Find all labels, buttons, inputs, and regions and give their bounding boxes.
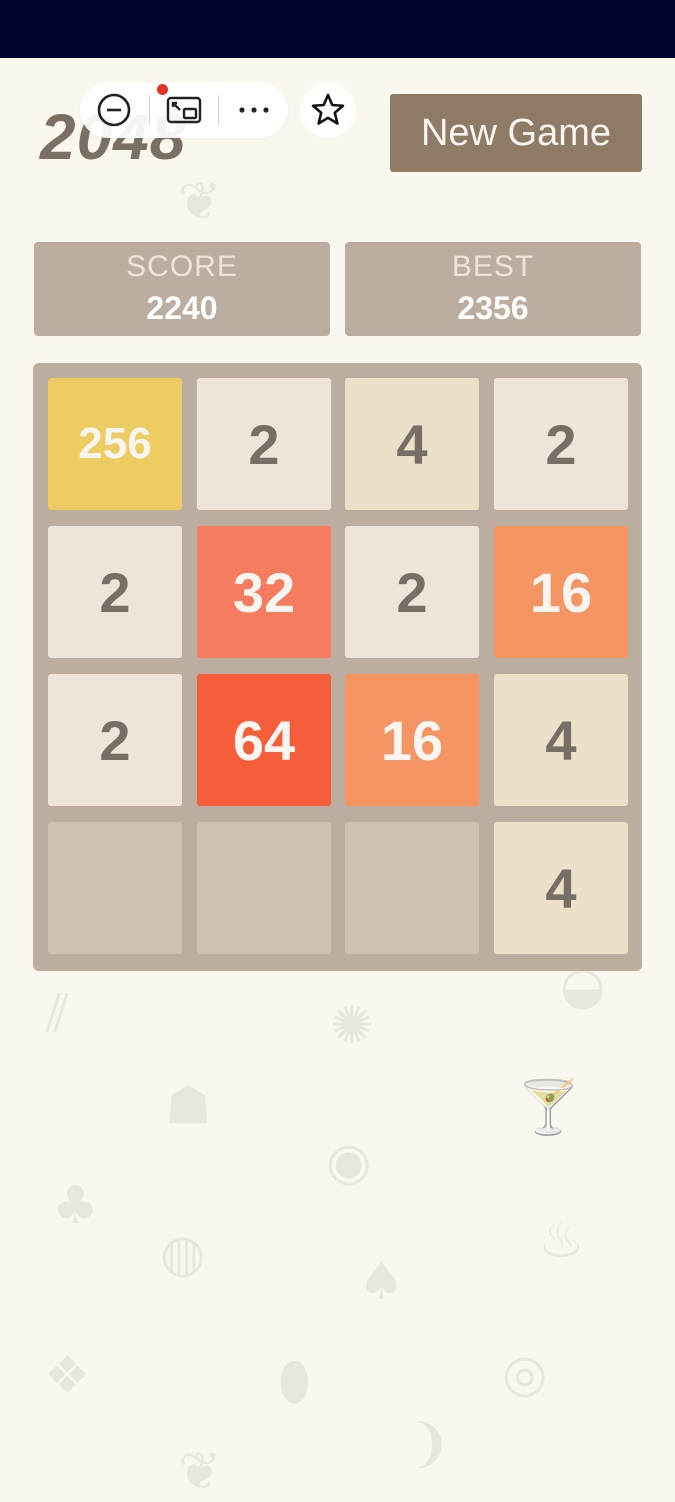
score-label: SCORE [126,250,238,283]
pineapple-icon: ❖ [44,1346,91,1406]
tile: 16 [494,526,628,658]
cookie-icon: ◉ [326,1132,372,1192]
empty-cell [48,822,182,954]
picture-in-picture-button[interactable] [150,82,219,138]
tile: 4 [494,674,628,806]
grapes-icon: ❦ [178,172,222,232]
donut-icon: ◎ [502,1344,548,1404]
more-options-button[interactable] [219,82,288,138]
new-game-button[interactable]: New Game [390,94,642,172]
best-score-box: BEST 2356 [345,242,641,336]
empty-cell [197,822,331,954]
tile: 2 [345,526,479,658]
steak-icon: ◍ [160,1224,206,1284]
tile: 256 [48,378,182,510]
status-bar [0,0,675,58]
chili-pepper-icon: ❩ [408,1414,452,1474]
floating-window-toolbar [80,82,288,138]
best-label: BEST [451,250,535,283]
notification-dot [156,84,168,95]
broccoli-icon: ♠ [358,1252,405,1312]
citrus-slice-icon: ✺ [330,996,374,1056]
tile: 2 [48,526,182,658]
more-icon [239,107,269,113]
score-value: 2240 [146,290,218,326]
minimize-button[interactable] [80,82,149,138]
roast-chicken-icon: ☗ [165,1076,212,1136]
star-icon [311,93,345,125]
cherries-icon: ♣ [52,1176,99,1236]
watermelon-icon: ⬮ [278,1352,311,1412]
best-value: 2356 [457,290,529,326]
tile: 32 [197,526,331,658]
tile: 2 [48,674,182,806]
asparagus-icon: ⫽ [46,984,70,1044]
picture-in-picture-icon [166,96,202,124]
minus-circle-icon [98,93,131,127]
game-board[interactable]: 256 2 4 2 2 32 2 16 2 64 16 4 4 [33,363,642,971]
grapes-icon: ❦ [178,1442,222,1502]
empty-cell [345,822,479,954]
tile: 2 [494,378,628,510]
cocktail-icon: 🍸 [516,1078,581,1138]
tile: 64 [197,674,331,806]
score-box: SCORE 2240 [34,242,330,336]
tile: 16 [345,674,479,806]
tile: 2 [197,378,331,510]
tile: 4 [345,378,479,510]
favorite-button[interactable] [300,82,356,138]
barbecue-grill-icon: ♨ [538,1210,585,1270]
tile: 4 [494,822,628,954]
